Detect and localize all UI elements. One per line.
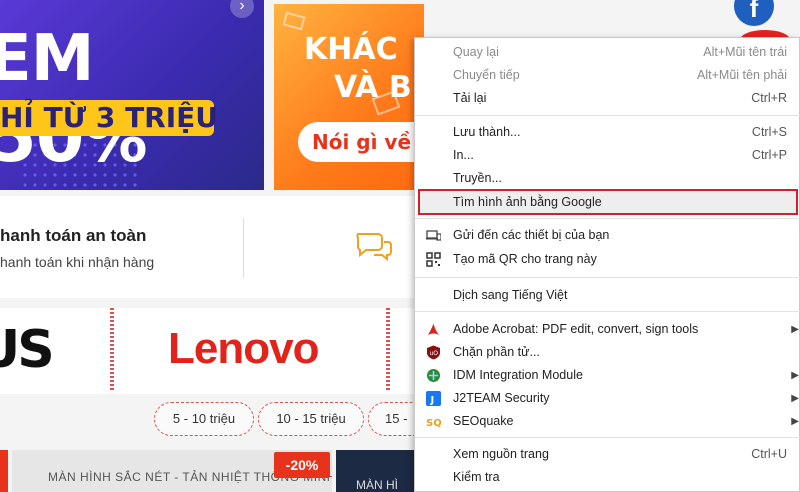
menu-item-idm[interactable]: IDM Integration Module ▶ bbox=[415, 364, 800, 387]
divider bbox=[243, 218, 244, 278]
menu-item-label: In... bbox=[453, 148, 474, 162]
menu-item-label: Chặn phần tử... bbox=[453, 345, 540, 359]
discount-badge: -20% bbox=[274, 452, 330, 478]
menu-item-shortcut: Ctrl+U bbox=[751, 447, 787, 461]
menu-item-inspect[interactable]: Kiểm tra bbox=[415, 466, 800, 489]
menu-item-translate[interactable]: Dịch sang Tiếng Việt bbox=[415, 284, 800, 307]
price-filter-10-15[interactable]: 10 - 15 triệu bbox=[258, 402, 364, 436]
submenu-arrow-icon: ▶ bbox=[791, 416, 799, 427]
product-banner-2-text: MÀN HÌ bbox=[356, 478, 398, 492]
promo-line-1: KHÁC bbox=[304, 32, 398, 67]
menu-item-print[interactable]: In... Ctrl+P bbox=[415, 144, 800, 167]
facebook-icon[interactable]: f bbox=[734, 0, 774, 26]
qr-code-icon bbox=[426, 252, 441, 267]
asus-logo: US bbox=[0, 320, 55, 380]
menu-item-shortcut: Alt+Mũi tên trái bbox=[703, 45, 787, 59]
menu-item-label: SEOquake bbox=[453, 414, 514, 428]
price-filter-5-10[interactable]: 5 - 10 triệu bbox=[154, 402, 254, 436]
menu-item-label: IDM Integration Module bbox=[453, 368, 583, 382]
promo-prefix: EM bbox=[0, 22, 94, 96]
menu-item-label: Quay lại bbox=[453, 45, 499, 59]
seoquake-icon: SQ bbox=[426, 418, 441, 429]
menu-item-view-source[interactable]: Xem nguồn trang Ctrl+U bbox=[415, 443, 800, 466]
menu-item-label: Xem nguồn trang bbox=[453, 447, 549, 461]
svg-text:J: J bbox=[430, 395, 435, 406]
menu-item-label: Lưu thành... bbox=[453, 125, 521, 139]
j2team-icon: J bbox=[426, 391, 441, 406]
submenu-arrow-icon: ▶ bbox=[791, 393, 799, 404]
menu-divider bbox=[415, 277, 800, 278]
menu-item-seoquake[interactable]: SQ SEOquake ▶ bbox=[415, 410, 800, 433]
promo-banner-middle[interactable]: KHÁC VÀ B Nói gì về bbox=[274, 4, 424, 190]
menu-item-shortcut: Alt+Mũi tên phải bbox=[697, 68, 787, 82]
menu-item-label: J2TEAM Security bbox=[453, 391, 550, 405]
brand-asus[interactable]: US bbox=[0, 308, 112, 390]
chat-bubbles-icon bbox=[356, 233, 392, 262]
adobe-acrobat-icon bbox=[428, 323, 439, 335]
submenu-arrow-icon: ▶ bbox=[791, 324, 799, 335]
menu-item-forward[interactable]: Chuyển tiếp Alt+Mũi tên phải bbox=[415, 64, 800, 87]
promo-pill: Nói gì về bbox=[298, 122, 424, 162]
menu-item-label: Tạo mã QR cho trang này bbox=[453, 252, 597, 266]
menu-item-label: Dịch sang Tiếng Việt bbox=[453, 288, 568, 302]
menu-divider bbox=[415, 311, 800, 312]
menu-item-block-element[interactable]: uO Chặn phần tử... bbox=[415, 341, 800, 364]
menu-divider bbox=[415, 218, 800, 219]
menu-item-label: Truyền... bbox=[453, 171, 502, 185]
ublock-icon: uO bbox=[427, 345, 440, 360]
menu-item-send-to-devices[interactable]: Gửi đến các thiết bị của bạn bbox=[415, 224, 800, 247]
menu-item-back[interactable]: Quay lại Alt+Mũi tên trái bbox=[415, 41, 800, 64]
menu-item-save-as[interactable]: Lưu thành... Ctrl+S bbox=[415, 121, 800, 144]
menu-item-reload[interactable]: Tải lại Ctrl+R bbox=[415, 87, 800, 110]
menu-item-label: Gửi đến các thiết bị của bạn bbox=[453, 228, 610, 242]
menu-item-cast[interactable]: Truyền... bbox=[415, 167, 800, 190]
svg-text:uO: uO bbox=[430, 350, 439, 357]
service-title: hanh toán an toàn bbox=[0, 226, 147, 245]
menu-item-create-qr[interactable]: Tạo mã QR cho trang này bbox=[415, 248, 800, 271]
svg-text:SQ: SQ bbox=[426, 418, 441, 429]
carousel-next-icon[interactable]: › bbox=[230, 0, 254, 18]
menu-item-shortcut: Ctrl+S bbox=[751, 125, 787, 139]
decor-rect bbox=[282, 11, 306, 31]
submenu-arrow-icon: ▶ bbox=[791, 370, 799, 381]
menu-item-search-image-google[interactable]: Tìm hình ảnh bằng Google bbox=[415, 191, 800, 214]
menu-item-label: Tải lại bbox=[453, 91, 487, 105]
web-page: EM 50% HỈ TỪ 3 TRIỆU › KHÁC VÀ B Nói gì … bbox=[0, 0, 800, 492]
context-menu: Quay lại Alt+Mũi tên trái Chuyển tiếp Al… bbox=[414, 37, 800, 492]
menu-divider bbox=[415, 115, 800, 116]
service-subtitle: hanh toán khi nhận hàng bbox=[0, 254, 155, 270]
menu-item-adobe-acrobat[interactable]: Adobe Acrobat: PDF edit, convert, sign t… bbox=[415, 318, 800, 341]
product-badge-edge bbox=[0, 450, 8, 492]
menu-item-label: Kiểm tra bbox=[453, 470, 500, 484]
idm-icon bbox=[427, 369, 440, 382]
menu-divider bbox=[415, 437, 800, 438]
promo-line-2: VÀ B bbox=[334, 70, 412, 105]
menu-item-j2team[interactable]: J J2TEAM Security ▶ bbox=[415, 387, 800, 410]
menu-item-label: Tìm hình ảnh bằng Google bbox=[453, 195, 602, 209]
menu-item-shortcut: Ctrl+R bbox=[751, 91, 787, 105]
menu-item-shortcut: Ctrl+P bbox=[751, 148, 787, 162]
devices-icon bbox=[426, 230, 441, 241]
brand-lenovo[interactable]: Lenovo bbox=[112, 308, 388, 390]
promo-strip: HỈ TỪ 3 TRIỆU bbox=[0, 100, 219, 136]
promo-banner-left[interactable]: EM 50% HỈ TỪ 3 TRIỆU › bbox=[0, 0, 264, 190]
menu-item-label: Chuyển tiếp bbox=[453, 68, 520, 82]
lenovo-logo: Lenovo bbox=[168, 324, 319, 373]
menu-item-label: Adobe Acrobat: PDF edit, convert, sign t… bbox=[453, 322, 699, 336]
